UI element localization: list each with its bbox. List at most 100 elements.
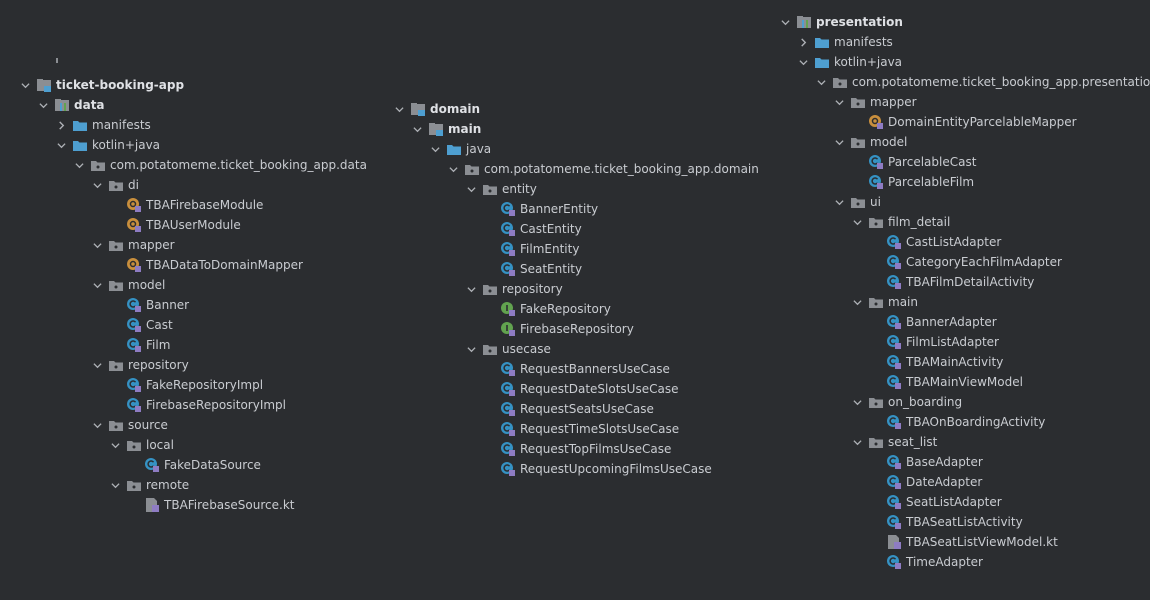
tree-node-model[interactable]: model [832,132,907,152]
tree-node-remote[interactable]: remote [108,475,189,495]
tree-node-presentation[interactable]: presentation [778,12,903,32]
tree-node-source[interactable]: source [90,415,168,435]
chevron-down-icon[interactable] [778,12,792,32]
tree-node-package[interactable]: com.potatomeme.ticket_booking_app.presen… [814,72,1150,92]
tree-node-date-adapter[interactable]: DateAdapter [886,472,982,492]
tree-node-mapper[interactable]: mapper [90,235,175,255]
chevron-down-icon[interactable] [832,192,846,212]
tree-node-banner-entity[interactable]: BannerEntity [500,199,598,219]
chevron-down-icon[interactable] [90,415,104,435]
tree-node-request-seats[interactable]: RequestSeatsUseCase [500,399,654,419]
tree-node-tba-data-to-domain-mapper[interactable]: TBADataToDomainMapper [126,255,303,275]
chevron-down-icon[interactable] [108,435,122,455]
chevron-down-icon[interactable] [392,99,406,119]
chevron-down-icon[interactable] [90,275,104,295]
tree-node-tba-main-activity[interactable]: TBAMainActivity [886,352,1003,372]
chevron-down-icon[interactable] [850,392,864,412]
tree-node-local[interactable]: local [108,435,174,455]
chevron-down-icon[interactable] [36,95,50,115]
tree-node-tba-firebase-module[interactable]: TBAFirebaseModule [126,195,263,215]
tree-node-film-list-adapter[interactable]: FilmListAdapter [886,332,999,352]
chevron-down-icon[interactable] [428,139,442,159]
tree-node-tba-film-detail-activity[interactable]: TBAFilmDetailActivity [886,272,1034,292]
tree-node-banner-adapter[interactable]: BannerAdapter [886,312,997,332]
tree-node-tba-main-view-model[interactable]: TBAMainViewModel [886,372,1023,392]
chevron-down-icon[interactable] [410,119,424,139]
tree-node-parcelable-cast[interactable]: ParcelableCast [868,152,976,172]
tree-node-root[interactable]: ticket-booking-app [18,75,184,95]
tree-node-main[interactable]: main [410,119,481,139]
chevron-down-icon[interactable] [90,175,104,195]
tree-node-tba-user-module[interactable]: TBAUserModule [126,215,241,235]
chevron-down-icon[interactable] [90,355,104,375]
tree-node-domain[interactable]: domain [392,99,480,119]
tree-node-model[interactable]: model [90,275,165,295]
tree-node-package[interactable]: com.potatomeme.ticket_booking_app.data [72,155,367,175]
tree-node-java[interactable]: java [428,139,491,159]
tree-node-firebase-repository-impl[interactable]: FirebaseRepositoryImpl [126,395,286,415]
tree-node-kotlin-java[interactable]: kotlin+java [54,135,160,155]
tree-node-ui[interactable]: ui [832,192,881,212]
chevron-down-icon[interactable] [446,159,460,179]
chevron-down-icon[interactable] [108,475,122,495]
chevron-down-icon[interactable] [832,132,846,152]
tree-node-tba-seat-list-activity[interactable]: TBASeatListActivity [886,512,1023,532]
tree-node-request-top-films[interactable]: RequestTopFilmsUseCase [500,439,671,459]
tree-node-cast[interactable]: Cast [126,315,173,335]
tree-node-tba-seat-list-view-model[interactable]: TBASeatListViewModel.kt [886,532,1058,552]
tree-node-cast-entity[interactable]: CastEntity [500,219,582,239]
tree-node-film[interactable]: Film [126,335,170,355]
tree-node-request-date-slots[interactable]: RequestDateSlotsUseCase [500,379,678,399]
tree-node-kotlin-java[interactable]: kotlin+java [796,52,902,72]
chevron-down-icon[interactable] [814,72,828,92]
chevron-right-icon[interactable] [796,32,810,52]
tree-node-manifests[interactable]: manifests [796,32,893,52]
tree-node-base-adapter[interactable]: BaseAdapter [886,452,983,472]
chevron-down-icon[interactable] [464,279,478,299]
chevron-down-icon[interactable] [850,432,864,452]
tree-node-entity[interactable]: entity [464,179,537,199]
chevron-down-icon[interactable] [832,92,846,112]
chevron-down-icon[interactable] [72,155,86,175]
tree-node-package[interactable]: com.potatomeme.ticket_booking_app.domain [446,159,759,179]
tree-node-cast-list-adapter[interactable]: CastListAdapter [886,232,1001,252]
tree-node-request-banners[interactable]: RequestBannersUseCase [500,359,670,379]
tree-node-category-each-film-adapter[interactable]: CategoryEachFilmAdapter [886,252,1062,272]
tree-node-seat-list[interactable]: seat_list [850,432,937,452]
tree-node-on-boarding[interactable]: on_boarding [850,392,962,412]
tree-node-manifests[interactable]: manifests [54,115,151,135]
tree-node-tba-on-boarding-activity[interactable]: TBAOnBoardingActivity [886,412,1045,432]
tree-node-time-adapter[interactable]: TimeAdapter [886,552,983,572]
tree-node-firebase-repository[interactable]: FirebaseRepository [500,319,634,339]
tree-node-fake-repository[interactable]: FakeRepository [500,299,611,319]
tree-node-fake-repository-impl[interactable]: FakeRepositoryImpl [126,375,263,395]
tree-node-usecase[interactable]: usecase [464,339,551,359]
tree-node-main[interactable]: main [850,292,918,312]
tree-node-seat-entity[interactable]: SeatEntity [500,259,582,279]
chevron-right-icon[interactable] [54,115,68,135]
tree-node-request-upcoming-films[interactable]: RequestUpcomingFilmsUseCase [500,459,712,479]
tree-node-request-time-slots[interactable]: RequestTimeSlotsUseCase [500,419,679,439]
chevron-down-icon[interactable] [464,179,478,199]
mapper-label: mapper [870,95,917,109]
tree-node-data[interactable]: data [36,95,105,115]
chevron-down-icon[interactable] [850,292,864,312]
tree-node-parcelable-film[interactable]: ParcelableFilm [868,172,974,192]
chevron-down-icon[interactable] [18,75,32,95]
tree-node-repository[interactable]: repository [464,279,563,299]
chevron-down-icon[interactable] [850,212,864,232]
tree-node-film-entity[interactable]: FilmEntity [500,239,579,259]
tree-node-domain-entity-parcelable-mapper[interactable]: DomainEntityParcelableMapper [868,112,1077,132]
tree-node-film-detail[interactable]: film_detail [850,212,950,232]
tree-node-di[interactable]: di [90,175,139,195]
chevron-down-icon[interactable] [90,235,104,255]
chevron-down-icon[interactable] [796,52,810,72]
chevron-down-icon[interactable] [464,339,478,359]
chevron-down-icon[interactable] [54,135,68,155]
tree-node-banner[interactable]: Banner [126,295,189,315]
tree-node-repository[interactable]: repository [90,355,189,375]
tree-node-mapper[interactable]: mapper [832,92,917,112]
tree-node-fake-data-source[interactable]: FakeDataSource [144,455,261,475]
tree-node-seat-list-adapter[interactable]: SeatListAdapter [886,492,1002,512]
tree-node-tba-firebase-source[interactable]: TBAFirebaseSource.kt [144,495,294,515]
